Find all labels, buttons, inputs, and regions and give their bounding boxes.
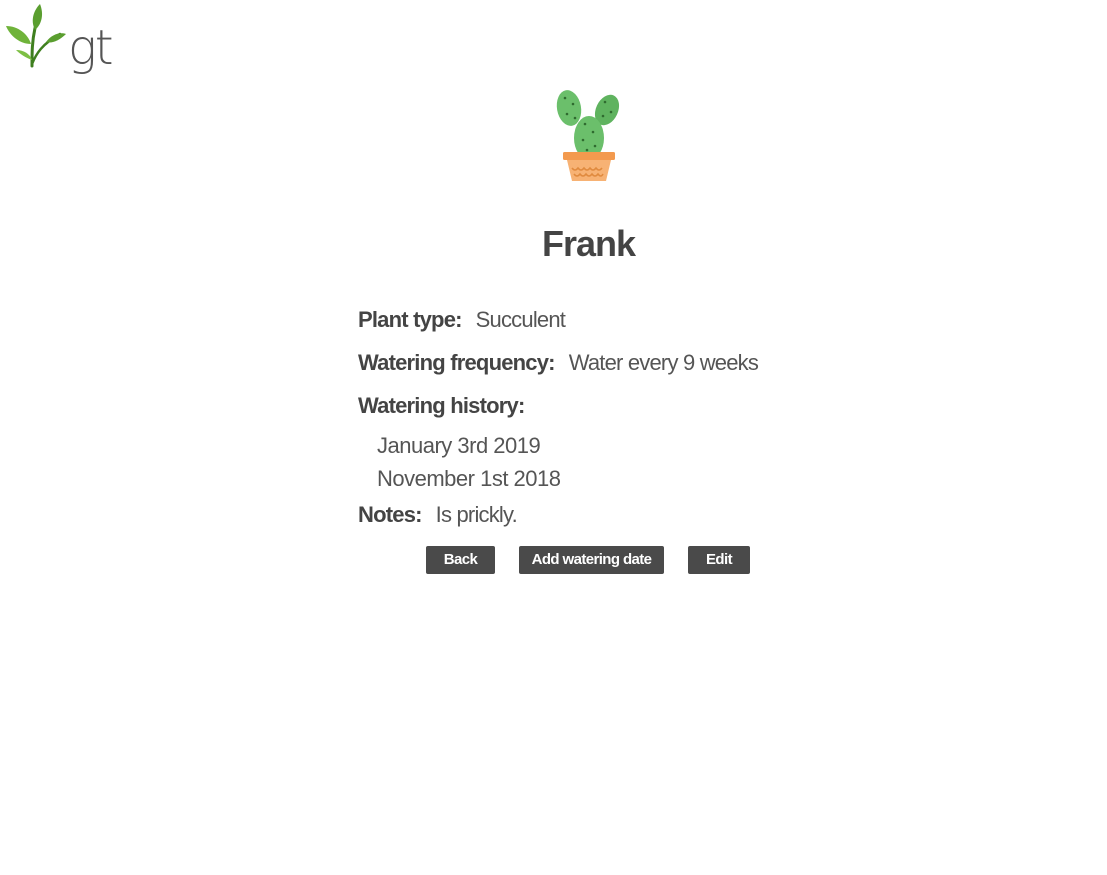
add-watering-date-button[interactable]: Add watering date: [519, 546, 664, 574]
plant-type-value: Succulent: [475, 307, 566, 332]
watering-history-item: November 1st 2018: [377, 466, 561, 491]
plant-type-label: Plant type:: [358, 307, 462, 332]
action-buttons: Back Add watering date Edit: [0, 546, 1107, 574]
watering-frequency-value: Water every 9 weeks: [568, 350, 759, 375]
watering-history-label: Watering history:: [358, 393, 525, 418]
notes-row: Notes: Is prickly.: [358, 500, 518, 530]
watering-frequency-row: Watering frequency: Water every 9 weeks: [358, 348, 759, 378]
watering-frequency-label: Watering frequency:: [358, 350, 555, 375]
notes-label: Notes:: [358, 502, 422, 527]
edit-button[interactable]: Edit: [688, 546, 750, 574]
sprout-icon: [6, 4, 66, 68]
back-button[interactable]: Back: [426, 546, 495, 574]
watering-history-list: January 3rd 2019 November 1st 2018: [377, 429, 561, 495]
watering-history-row: Watering history:: [358, 391, 538, 421]
watering-history-item: January 3rd 2019: [377, 433, 541, 458]
notes-value: Is prickly.: [435, 502, 518, 527]
plant-name: Frank: [541, 223, 636, 264]
logo-text: gt: [68, 20, 114, 76]
plant-type-row: Plant type: Succulent: [358, 305, 566, 335]
potted-cactus-icon: [556, 90, 620, 181]
app-logo[interactable]: gt: [2, 4, 114, 78]
